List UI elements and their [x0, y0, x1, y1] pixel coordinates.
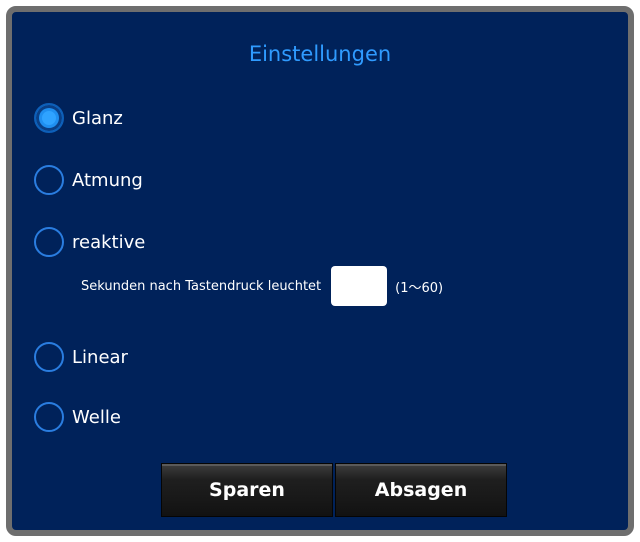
- option-glanz[interactable]: Glanz: [34, 101, 123, 135]
- cancel-button[interactable]: Absagen: [335, 463, 507, 517]
- option-reaktive[interactable]: reaktive: [34, 225, 145, 259]
- button-bar: Sparen Absagen: [161, 463, 507, 517]
- settings-dialog: Einstellungen Glanz Atmung reaktive Seku…: [6, 6, 634, 536]
- radio-unchecked-icon[interactable]: [34, 402, 64, 432]
- option-label: Welle: [72, 406, 121, 428]
- option-label: reaktive: [72, 231, 146, 253]
- option-label: Linear: [72, 346, 128, 368]
- option-atmung[interactable]: Atmung: [34, 163, 143, 197]
- option-linear[interactable]: Linear: [34, 340, 128, 374]
- radio-unchecked-icon[interactable]: [34, 165, 64, 195]
- save-button[interactable]: Sparen: [161, 463, 333, 517]
- radio-checked-icon[interactable]: [34, 103, 64, 133]
- option-label: Atmung: [72, 169, 143, 191]
- seconds-input[interactable]: [331, 266, 388, 306]
- radio-unchecked-icon[interactable]: [34, 342, 64, 372]
- reactive-seconds-label: Sekunden nach Tastendruck leuchtet: [81, 278, 322, 294]
- option-welle[interactable]: Welle: [34, 400, 121, 434]
- radio-unchecked-icon[interactable]: [34, 227, 64, 257]
- option-label: Glanz: [72, 107, 123, 129]
- reactive-seconds-row: Sekunden nach Tastendruck leuchtet (1〜60…: [81, 266, 443, 306]
- seconds-range-hint: (1〜60): [395, 280, 444, 296]
- dialog-title: Einstellungen: [248, 42, 392, 66]
